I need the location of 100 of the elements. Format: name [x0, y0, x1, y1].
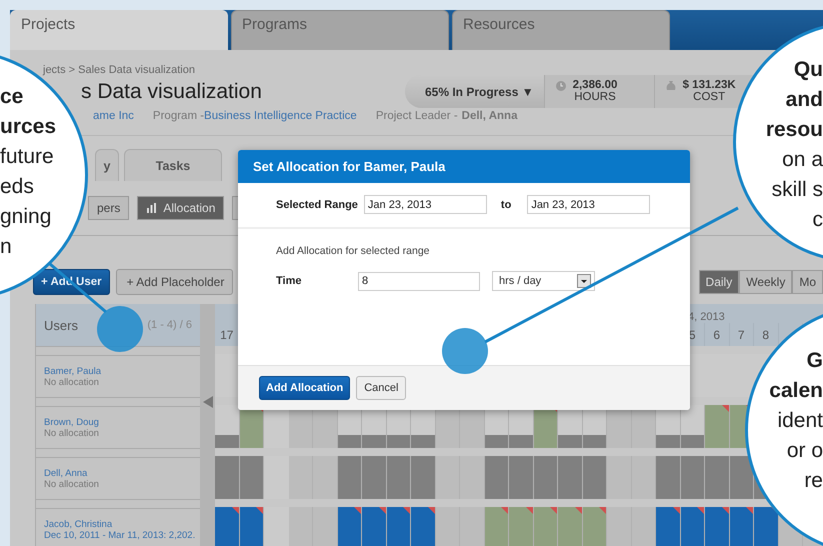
- dialog-title: Set Allocation for Bamer, Paula: [238, 150, 690, 183]
- allocation-block[interactable]: [484, 456, 509, 499]
- view-toggle[interactable]: Daily: [698, 270, 740, 294]
- assignment-block[interactable]: [680, 507, 705, 546]
- allocation-block[interactable]: [362, 456, 386, 499]
- cost-label: COST: [693, 91, 726, 103]
- time-off-cell[interactable]: [509, 507, 534, 546]
- main-tab[interactable]: Resources: [452, 10, 670, 50]
- allocation-block[interactable]: [705, 456, 730, 499]
- callout-text: c: [812, 207, 823, 233]
- client-link[interactable]: ame Inc: [93, 110, 134, 122]
- weekend-cell[interactable]: [460, 456, 484, 499]
- view-button[interactable]: Allocation: [137, 196, 224, 220]
- section-tab[interactable]: y: [95, 149, 119, 181]
- clock-icon: [554, 80, 567, 92]
- cost-value: $ 131.23K: [682, 79, 736, 91]
- callout-text: on a: [782, 147, 823, 173]
- view-toggle[interactable]: Mo: [792, 270, 823, 294]
- callout-text: G: [806, 348, 823, 374]
- add-allocation-button[interactable]: Add Allocation: [259, 376, 350, 400]
- view-button[interactable]: pers: [88, 196, 130, 220]
- weekend-cell[interactable]: [436, 507, 460, 546]
- callout-text: calen: [769, 378, 823, 404]
- range-end-field[interactable]: Jan 23, 2013: [527, 195, 650, 214]
- section-label: Add Allocation for selected range: [276, 245, 431, 257]
- collapse-arrow-icon: [202, 396, 212, 408]
- leader-name: Dell, Anna: [462, 110, 518, 122]
- project-title: s Data visualization: [81, 80, 263, 104]
- time-field[interactable]: 8: [358, 272, 480, 290]
- allocation-block[interactable]: [656, 456, 680, 499]
- time-label: Time: [276, 275, 302, 287]
- allocation-block[interactable]: [558, 456, 582, 499]
- allocation-block[interactable]: [386, 456, 411, 499]
- allocation-block[interactable]: [240, 456, 264, 499]
- cancel-button[interactable]: Cancel: [356, 376, 406, 400]
- range-label: Selected Range: [276, 198, 358, 210]
- user-name-link[interactable]: Bamer, Paula: [44, 366, 200, 376]
- time-off-cell[interactable]: [705, 405, 730, 448]
- weekend-cell[interactable]: [632, 456, 656, 499]
- allocation-block[interactable]: [730, 456, 754, 499]
- weekend-cell[interactable]: [288, 456, 313, 499]
- weekend-cell[interactable]: [313, 507, 338, 546]
- to-label: to: [500, 198, 512, 210]
- allocation-block[interactable]: [582, 456, 607, 499]
- user-allocation: Dec 10, 2011 - Mar 11, 2013: 2,202.: [44, 530, 196, 540]
- allocation-block[interactable]: [509, 456, 534, 499]
- allocation-bar[interactable]: [680, 405, 705, 448]
- program-link[interactable]: Business Intelligence Practice: [204, 110, 357, 122]
- unit-dropdown[interactable]: hrs / day: [492, 271, 595, 291]
- day-number: 17: [220, 328, 234, 342]
- callout-text: Qu: [794, 57, 823, 83]
- time-off-cell[interactable]: [582, 507, 607, 546]
- time-off-cell[interactable]: [534, 507, 558, 546]
- day-number: 8: [762, 328, 770, 342]
- allocation-block[interactable]: [338, 456, 362, 499]
- weekend-cell[interactable]: [288, 507, 313, 546]
- weekend-cell[interactable]: [313, 456, 338, 499]
- callout-text: gning: [0, 204, 52, 230]
- user-allocation: No allocation: [44, 376, 100, 388]
- user-name-link[interactable]: Dell, Anna: [44, 468, 200, 478]
- allocation-block[interactable]: [411, 456, 436, 499]
- assignment-block[interactable]: [730, 507, 754, 546]
- time-off-cell[interactable]: [484, 507, 509, 546]
- view-toggle[interactable]: Weekly: [739, 270, 792, 294]
- assignment-block[interactable]: [240, 507, 264, 546]
- assignment-block[interactable]: [386, 507, 411, 546]
- main-tab[interactable]: Programs: [231, 10, 449, 50]
- main-tab[interactable]: Projects: [10, 10, 228, 50]
- assignment-block[interactable]: [754, 507, 778, 546]
- assignment-block[interactable]: [411, 507, 436, 546]
- allocation-block[interactable]: [680, 456, 705, 499]
- callout-text: and: [786, 87, 823, 113]
- weekend-cell[interactable]: [607, 456, 632, 499]
- add-placeholder-button[interactable]: + Add Placeholder: [116, 269, 234, 295]
- weekend-cell[interactable]: [607, 507, 632, 546]
- day-number: 7: [738, 328, 745, 342]
- section-tab[interactable]: Tasks: [124, 149, 222, 181]
- weekend-cell[interactable]: [460, 507, 484, 546]
- callout-text: re: [804, 468, 823, 494]
- hours-value: 2,386.00: [572, 79, 618, 91]
- assignment-block[interactable]: [362, 507, 386, 546]
- program-label: Program -: [152, 110, 204, 122]
- money-bag-icon: [664, 80, 677, 92]
- weekend-cell[interactable]: [632, 507, 656, 546]
- user-name-link[interactable]: Jacob, Christina: [44, 518, 200, 530]
- allocation-block[interactable]: [215, 456, 240, 499]
- allocation-block[interactable]: [534, 456, 558, 499]
- assignment-block[interactable]: [338, 507, 362, 546]
- weekend-cell[interactable]: [436, 456, 460, 499]
- callout-text: ident: [777, 408, 823, 434]
- assignment-block[interactable]: [705, 507, 730, 546]
- time-off-cell[interactable]: [558, 507, 582, 546]
- user-name-link[interactable]: Brown, Doug: [44, 416, 200, 428]
- range-start-field[interactable]: Jan 23, 2013: [364, 195, 487, 214]
- callout-text: future: [0, 144, 54, 170]
- assignment-block[interactable]: [215, 507, 240, 546]
- user-allocation: No allocation: [44, 428, 100, 438]
- progress-dropdown[interactable]: 65% In Progress ▼: [405, 75, 545, 108]
- hours-label: HOURS: [574, 91, 616, 103]
- assignment-block[interactable]: [656, 507, 680, 546]
